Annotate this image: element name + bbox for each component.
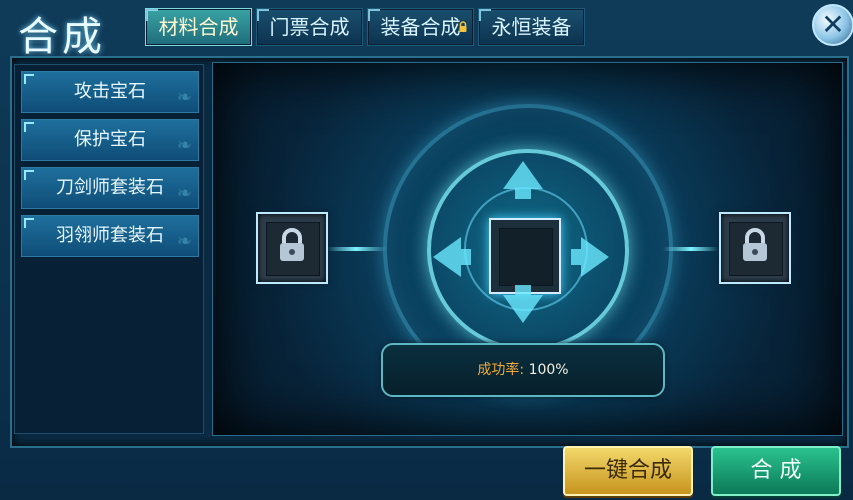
right-connection-beam [663,247,719,251]
close-icon: ✕ [821,8,845,41]
success-rate-panel: 成功率: 100% [381,343,665,397]
combine-button[interactable]: 合 成 [711,446,841,496]
sidebar-item-protect-gem[interactable]: ❧ 保护宝石 [21,119,199,161]
one-key-combine-button[interactable]: 一键合成 [563,446,693,496]
tab-eternal-equipment[interactable]: 永恒装备 [478,8,585,46]
tab-corner-decoration [479,9,491,21]
crafting-window: 合成 材料合成 门票合成 装备合成 永恒装备 ✕ ❧ 攻击宝石 ❧ 保护宝石 ❧… [0,0,853,500]
lock-icon [737,227,773,271]
tab-corner-decoration [368,9,380,21]
arrow-right-icon [571,237,609,277]
success-rate-text: 成功率: 100% [383,345,663,395]
crafting-stage: 成功率: 100% [212,62,843,436]
button-corner-decoration [24,74,34,84]
locked-material-slot-left[interactable] [256,212,328,284]
sidebar-item-attack-gem[interactable]: ❧ 攻击宝石 [21,71,199,113]
tab-label: 永恒装备 [491,15,572,39]
tab-equipment-crafting[interactable]: 装备合成 [367,8,474,46]
arrow-down-icon [503,285,543,323]
tab-corner-decoration [146,9,158,21]
close-button[interactable]: ✕ [812,4,853,46]
button-corner-decoration [24,122,34,132]
leaf-ornament-icon: ❧ [176,183,192,204]
result-item-slot[interactable] [489,218,561,294]
leaf-ornament-icon: ❧ [176,231,192,252]
success-rate-value: 100% [528,362,569,378]
sidebar-item-label: 刀剑师套装石 [56,177,164,198]
sidebar-item-label: 攻击宝石 [74,81,146,102]
arrow-up-icon [503,161,543,199]
window-title: 合成 [18,14,106,60]
sidebar: ❧ 攻击宝石 ❧ 保护宝石 ❧ 刀剑师套装石 ❧ 羽翎师套装石 [14,64,204,434]
tab-material-crafting[interactable]: 材料合成 [145,8,252,46]
locked-material-slot-right[interactable] [719,212,791,284]
leaf-ornament-icon: ❧ [176,135,192,156]
tab-label: 门票合成 [269,15,350,39]
tab-label: 材料合成 [158,15,239,39]
tab-ticket-crafting[interactable]: 门票合成 [256,8,363,46]
sidebar-item-label: 羽翎师套装石 [56,225,164,246]
tab-corner-decoration [257,9,269,21]
sidebar-item-featherarcher-set-stone[interactable]: ❧ 羽翎师套装石 [21,215,199,257]
success-rate-label: 成功率: [477,362,525,378]
left-connection-beam [325,247,387,251]
lock-icon [457,11,469,47]
lock-icon [274,227,310,271]
sidebar-item-swordmaster-set-stone[interactable]: ❧ 刀剑师套装石 [21,167,199,209]
tab-label: 装备合成 [380,15,461,39]
button-corner-decoration [24,170,34,180]
button-corner-decoration [24,218,34,228]
sidebar-item-label: 保护宝石 [74,129,146,150]
arrow-left-icon [433,237,471,277]
leaf-ornament-icon: ❧ [176,87,192,108]
slot-frame [499,228,553,286]
